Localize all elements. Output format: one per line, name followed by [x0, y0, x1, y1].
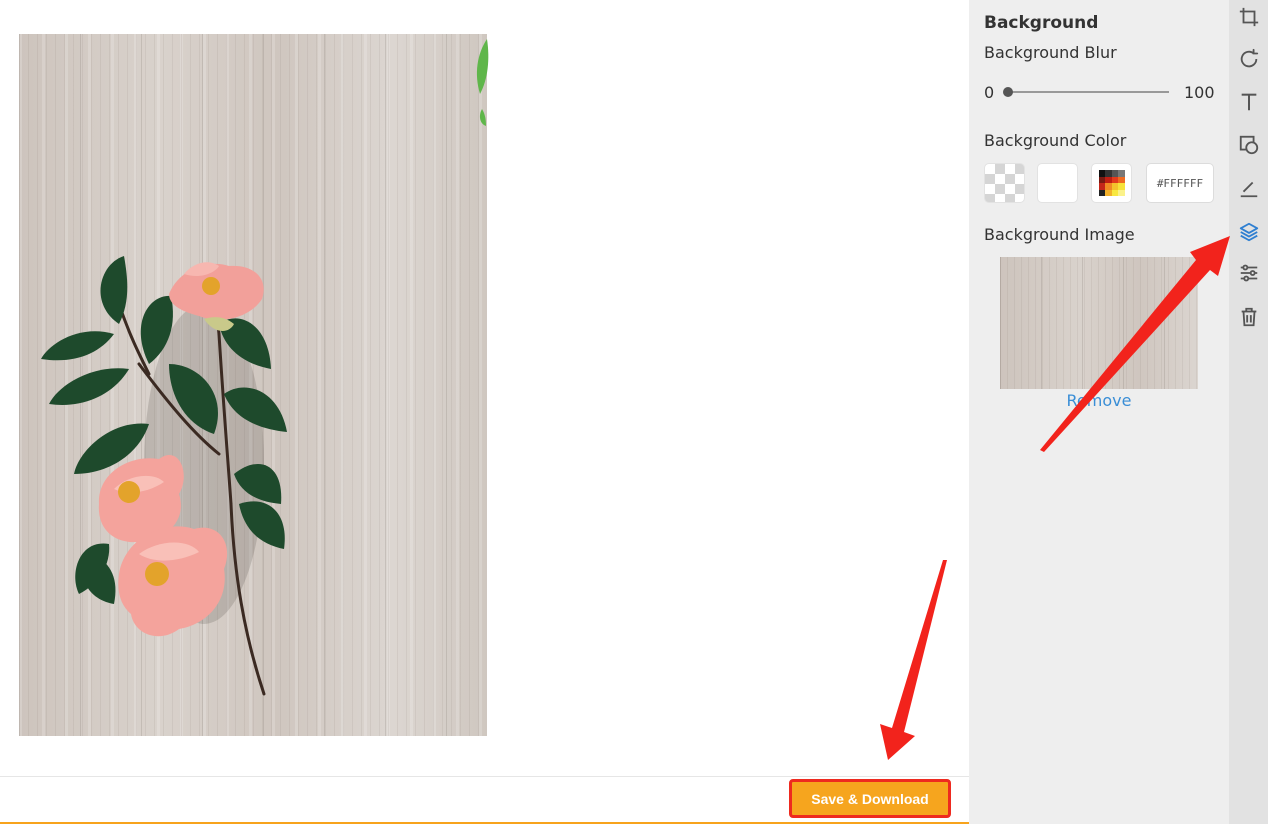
background-image-thumbnail[interactable]: [1000, 257, 1198, 389]
text-icon[interactable]: [1236, 89, 1262, 115]
color-picker-swatch[interactable]: [1091, 163, 1132, 203]
editor-root: Save & Download Background Background Bl…: [0, 0, 1268, 824]
canvas-area: [0, 0, 969, 776]
save-download-button[interactable]: Save & Download: [789, 779, 951, 818]
blur-min-value: 0: [984, 83, 995, 102]
trash-icon[interactable]: [1236, 304, 1262, 330]
blur-slider-handle[interactable]: [1003, 87, 1013, 97]
blur-slider-track[interactable]: [1005, 91, 1169, 93]
remove-image-link[interactable]: Remove: [1000, 391, 1198, 410]
crop-icon[interactable]: [1236, 4, 1262, 30]
rotate-icon[interactable]: [1236, 46, 1262, 72]
color-label: Background Color: [984, 131, 1127, 150]
tool-sidebar: [1229, 0, 1268, 824]
background-panel: Background Background Blur 0 100 Backgro…: [969, 0, 1229, 824]
shape-icon[interactable]: [1236, 132, 1262, 158]
flower-illustration: [41, 256, 287, 696]
blur-max-value: 100: [1184, 83, 1215, 102]
leaf-peek: [476, 39, 489, 126]
hex-color-input[interactable]: [1146, 163, 1214, 203]
transparent-swatch[interactable]: [984, 163, 1025, 203]
adjust-icon[interactable]: [1236, 260, 1262, 286]
white-swatch[interactable]: [1037, 163, 1078, 203]
image-label: Background Image: [984, 225, 1135, 244]
blur-label: Background Blur: [984, 43, 1117, 62]
layers-icon[interactable]: [1236, 219, 1262, 245]
draw-icon[interactable]: [1236, 175, 1262, 201]
panel-title: Background: [984, 13, 1099, 33]
color-picker-icon: [1098, 170, 1125, 196]
edited-photo[interactable]: [19, 34, 487, 736]
